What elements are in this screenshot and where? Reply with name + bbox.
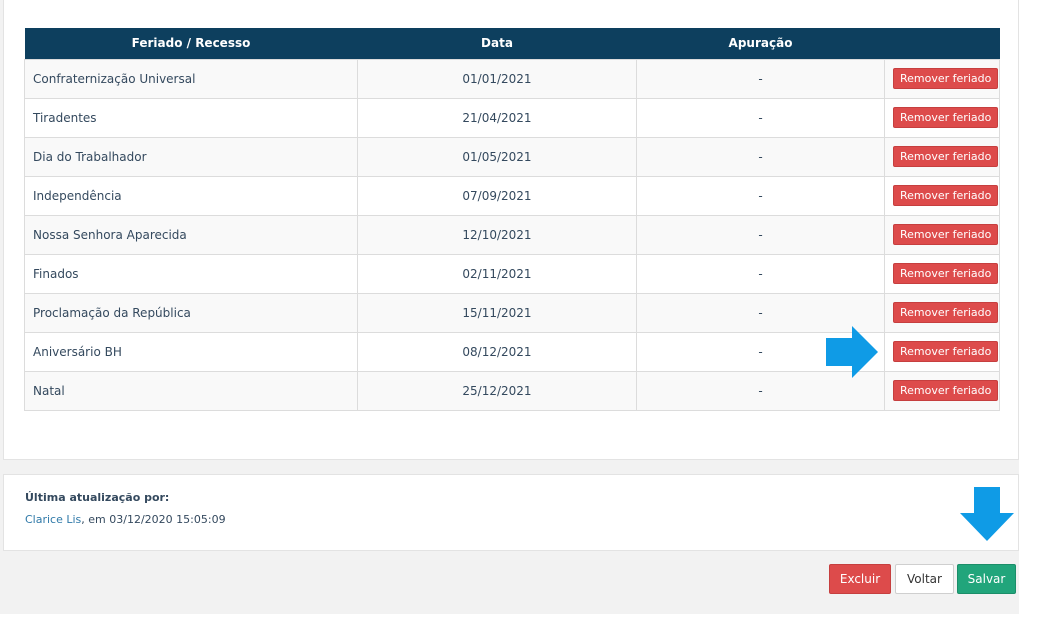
holiday-action-cell: Remover feriado	[884, 370, 1000, 411]
holiday-date: 02/11/2021	[357, 253, 637, 294]
holiday-date: 15/11/2021	[357, 292, 637, 333]
holiday-name: Confraternização Universal	[24, 58, 358, 99]
col-header-feriado: Feriado / Recesso	[24, 28, 358, 59]
holiday-name: Proclamação da República	[24, 292, 358, 333]
holiday-apuracao: -	[636, 97, 885, 138]
holiday-apuracao: -	[636, 136, 885, 177]
holiday-date: 08/12/2021	[357, 331, 637, 372]
update-timestamp: , em 03/12/2020 15:05:09	[81, 513, 226, 526]
holiday-name: Finados	[24, 253, 358, 294]
table-row: Confraternização Universal 01/01/2021- Rem…	[24, 58, 1000, 99]
remove-holiday-button[interactable]: Remover feriado	[893, 302, 999, 323]
holiday-name: Natal	[24, 370, 358, 411]
update-user-link[interactable]: Clarice Lis	[25, 513, 81, 526]
col-header-apuracao: Apuração	[636, 28, 885, 59]
update-info-line: Clarice Lis, em 03/12/2020 15:05:09	[25, 513, 226, 526]
holiday-name: Dia do Trabalhador	[24, 136, 358, 177]
col-header-actions	[884, 28, 1000, 59]
holiday-action-cell: Remover feriado	[884, 214, 1000, 255]
arrow-down-icon	[960, 487, 1014, 541]
update-title: Última atualização por:	[25, 491, 170, 504]
holiday-date: 12/10/2021	[357, 214, 637, 255]
table-header-row: Feriado / Recesso Data Apuração	[24, 28, 1000, 59]
remove-holiday-button[interactable]: Remover feriado	[893, 146, 999, 167]
holiday-apuracao: -	[636, 253, 885, 294]
remove-holiday-button[interactable]: Remover feriado	[893, 263, 999, 284]
holiday-action-cell: Remover feriado	[884, 97, 1000, 138]
holiday-name: Nossa Senhora Aparecida	[24, 214, 358, 255]
table-row: Nossa Senhora Aparecida 12/10/2021- Remove…	[24, 214, 1000, 255]
update-info-panel: Última atualização por: Clarice Lis, em …	[3, 474, 1019, 551]
holiday-action-cell: Remover feriado	[884, 136, 1000, 177]
arrow-right-icon	[826, 326, 878, 378]
table-row: Tiradentes 21/04/2021- Remover feriado	[24, 97, 1000, 138]
remove-holiday-button[interactable]: Remover feriado	[893, 341, 999, 362]
holiday-date: 21/04/2021	[357, 97, 637, 138]
table-row: Finados 02/11/2021- Remover feriado	[24, 253, 1000, 294]
salvar-button[interactable]: Salvar	[957, 564, 1016, 594]
holiday-action-cell: Remover feriado	[884, 175, 1000, 216]
remove-holiday-button[interactable]: Remover feriado	[893, 107, 999, 128]
holiday-apuracao: -	[636, 175, 885, 216]
voltar-button[interactable]: Voltar	[895, 564, 954, 594]
excluir-button[interactable]: Excluir	[829, 564, 891, 594]
holiday-name: Tiradentes	[24, 97, 358, 138]
remove-holiday-button[interactable]: Remover feriado	[893, 224, 999, 245]
holiday-action-cell: Remover feriado	[884, 331, 1000, 372]
holiday-name: Aniversário BH	[24, 331, 358, 372]
holiday-action-cell: Remover feriado	[884, 292, 1000, 333]
remove-holiday-button[interactable]: Remover feriado	[893, 185, 999, 206]
holiday-date: 01/05/2021	[357, 136, 637, 177]
table-row: Dia do Trabalhador 01/05/2021- Remover fer…	[24, 136, 1000, 177]
remove-holiday-button[interactable]: Remover feriado	[893, 380, 999, 401]
holiday-date: 01/01/2021	[357, 58, 637, 99]
holiday-apuracao: -	[636, 58, 885, 99]
holiday-name: Independência	[24, 175, 358, 216]
holiday-date: 25/12/2021	[357, 370, 637, 411]
holiday-date: 07/09/2021	[357, 175, 637, 216]
holiday-action-cell: Remover feriado	[884, 58, 1000, 99]
col-header-data: Data	[357, 28, 637, 59]
remove-holiday-button[interactable]: Remover feriado	[893, 68, 999, 89]
table-row: Independência 07/09/2021- Remover feriado	[24, 175, 1000, 216]
holiday-apuracao: -	[636, 214, 885, 255]
holiday-action-cell: Remover feriado	[884, 253, 1000, 294]
